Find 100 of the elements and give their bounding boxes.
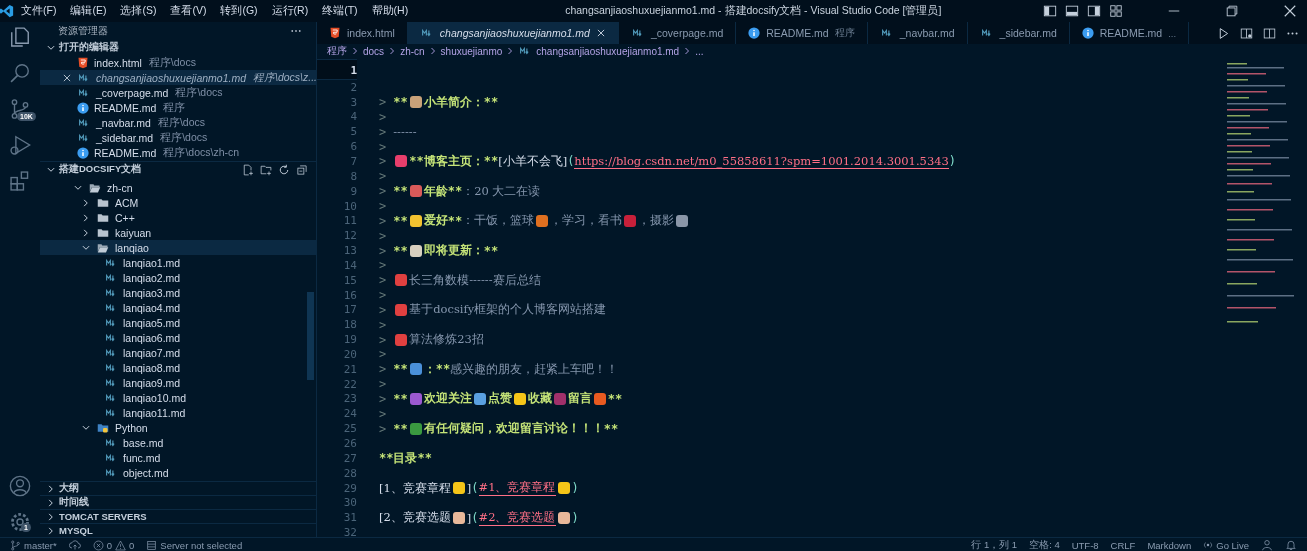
file-item[interactable]: object.md [40,465,316,480]
open-editor-item[interactable]: _navbar.md 程序\docs [40,115,316,130]
folder-item[interactable]: kaiyuan [40,225,316,240]
breadcrumb-item[interactable]: zh-cn [400,45,425,57]
scrollbar-thumb[interactable] [307,292,314,380]
file-item[interactable]: lanqiao2.md [40,270,316,285]
file-item[interactable]: lanqiao1.md [40,255,316,270]
problems-status[interactable]: 0 0 [92,539,135,551]
folder-icon [96,211,110,224]
encoding-status[interactable]: UTF-8 [1071,539,1099,551]
cursor-position[interactable]: 行 1，列 1 [971,538,1018,551]
chevron-icon[interactable] [81,212,91,223]
folder-item[interactable]: C++ [40,210,316,225]
breadcrumb-item[interactable]: shuxuejianmo [440,45,503,57]
menu-item[interactable]: 转到(G) [213,4,265,18]
section-header[interactable]: 时间线 [40,495,316,509]
search-icon[interactable] [9,62,31,84]
chevron-icon[interactable] [46,483,56,494]
link-url[interactable]: #1、竞赛章程 [478,480,556,497]
line-number: 4 [349,110,357,124]
extensions-icon[interactable] [9,170,31,192]
menu-item[interactable]: 编辑(E) [63,4,114,18]
settings-icon[interactable] [9,511,31,533]
editor-tab[interactable]: changsanjiaoshuxuejianmo1.md [407,22,619,44]
folder-item[interactable]: Python [40,420,316,435]
link-url[interactable]: #2、竞赛选题 [478,509,556,526]
split-editor-icon[interactable] [1263,26,1276,40]
run-icon[interactable] [1217,26,1230,40]
chevron-icon[interactable] [81,197,91,208]
open-editor-item[interactable]: changsanjiaoshuxuejianmo1.md 程序\docs\z... [40,70,316,85]
breadcrumb-item[interactable]: changsanjiaoshuxuejianmo1.md [536,45,680,57]
open-preview-icon[interactable] [1240,26,1253,40]
toggle-secondary-sidebar-icon[interactable] [1087,4,1101,18]
open-editor-item[interactable]: README.md 程序 [40,100,316,115]
file-item[interactable]: lanqiao6.md [40,330,316,345]
feedback-icon[interactable] [1261,539,1273,551]
menu-item[interactable]: 文件(F) [14,4,64,18]
line-ending-status[interactable]: CRLF [1110,539,1136,551]
branch-status[interactable]: master* [10,539,57,551]
quote-marker: > [379,347,387,362]
file-item[interactable]: lanqiao11.md [40,405,316,420]
chevron-icon[interactable] [46,497,56,508]
section-header[interactable]: 大纲 [40,481,316,495]
new-folder-icon[interactable] [260,163,272,176]
chevron-icon[interactable] [46,511,56,522]
source-control-icon[interactable] [9,98,31,120]
go-live-button[interactable]: Go Live [1203,539,1249,551]
section-header[interactable]: 打开的编辑器 [40,40,316,55]
file-item[interactable]: lanqiao4.md [40,300,316,315]
bold-text: ： [423,361,436,377]
chevron-icon[interactable] [81,227,91,238]
menu-item[interactable]: 运行(R) [264,4,316,18]
layout-icon[interactable] [1109,4,1123,18]
account-icon[interactable] [9,475,31,497]
sync-icon[interactable] [68,539,81,551]
menu-item[interactable]: 查看(V) [163,4,214,18]
file-item[interactable]: lanqiao5.md [40,315,316,330]
explorer-icon[interactable] [9,26,31,48]
file-item[interactable]: func.md [40,450,316,465]
section-header[interactable]: 搭建DOCSIFY文档 [40,161,316,177]
file-item[interactable]: base.md [40,435,316,450]
menu-item[interactable]: 终端(T) [315,4,365,18]
section-header[interactable]: TOMCAT SERVERS [40,509,316,523]
open-editor-item[interactable]: _sidebar.md 程序\docs [40,130,316,145]
open-editor-item[interactable]: _coverpage.md 程序\docs [40,85,316,100]
folder-item[interactable]: lanqiao [40,240,316,255]
menu-item[interactable]: 帮助(H) [364,4,416,18]
folder-item[interactable]: zh-cn [40,180,316,195]
file-item[interactable]: lanqiao8.md [40,360,316,375]
breadcrumb-item[interactable]: docs [363,45,385,57]
quote-marker: > [379,406,387,421]
link-url[interactable]: https://blog.csdn.net/m0_55858611?spm=1001.2014.3001.5343 [574,154,949,169]
window-title: changsanjiaoshuxuejianmo1.md - 搭建docsify文档 - Visual Studio Code [管理员] [565,4,942,18]
server-status[interactable]: Server not selected [146,539,243,551]
open-editor-item[interactable]: README.md 程序\docs\zh-cn [40,145,316,160]
indentation-status[interactable]: 空格: 4 [1029,538,1060,551]
breadcrumb-item[interactable]: 程序 [327,44,347,58]
close-icon[interactable] [1283,4,1297,18]
file-item[interactable]: lanqiao9.md [40,375,316,390]
toggle-panel-icon[interactable] [1065,4,1079,18]
line-number: 14 [342,258,357,272]
quote-marker: > [379,317,387,332]
toggle-sidebar-icon[interactable] [1043,4,1057,18]
file-item[interactable]: lanqiao10.md [40,390,316,405]
chevron-icon[interactable] [46,525,56,536]
new-file-icon[interactable] [242,163,254,176]
file-item[interactable]: lanqiao7.md [40,345,316,360]
collapse-all-icon[interactable] [296,163,308,176]
close-icon[interactable] [62,72,72,83]
open-editor-item[interactable]: index.html 程序\docs [40,55,316,70]
menu-item[interactable]: 选择(S) [113,4,164,18]
file-item[interactable]: lanqiao3.md [40,285,316,300]
bell-icon[interactable] [1285,539,1297,551]
restore-icon[interactable] [1225,4,1239,18]
close-icon[interactable] [595,28,606,38]
run-debug-icon[interactable] [9,134,31,156]
language-mode[interactable]: Markdown [1147,539,1192,551]
refresh-icon[interactable] [278,163,290,176]
breadcrumb-item[interactable]: ... [695,45,704,57]
folder-item[interactable]: ACM [40,195,316,210]
